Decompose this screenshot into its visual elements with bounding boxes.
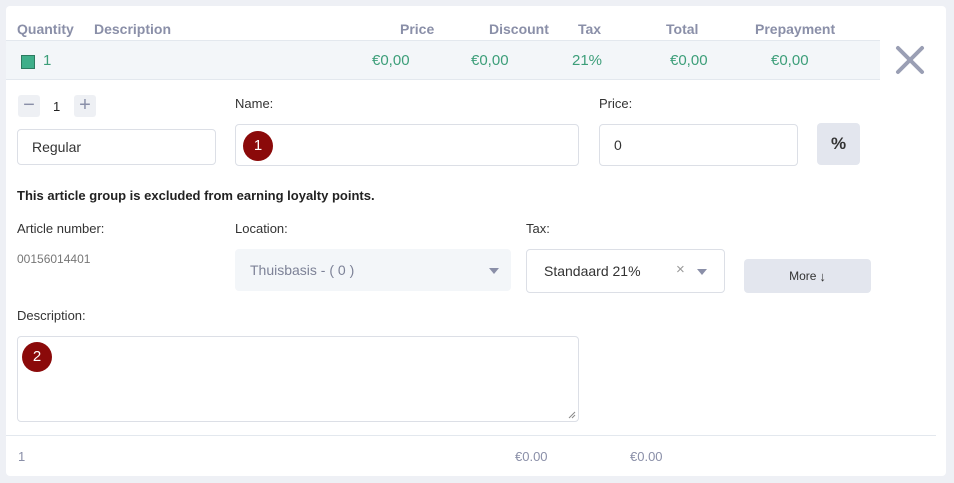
price-type-value: Regular [32, 139, 82, 155]
increase-quantity-button[interactable]: + [74, 95, 96, 117]
quantity-value[interactable]: 1 [53, 99, 60, 114]
footer-divider [6, 435, 936, 436]
more-label: More [789, 269, 817, 283]
decrease-quantity-button[interactable]: − [18, 95, 40, 117]
header-description: Description [94, 21, 172, 37]
header-discount: Discount [489, 21, 549, 37]
order-line-summary-row[interactable]: 1 €0,00 €0,00 21% €0,00 €0,00 [6, 40, 880, 80]
location-select[interactable]: Thuisbasis - ( 0 ) [235, 249, 511, 291]
price-input[interactable]: 0 [599, 124, 798, 166]
price-type-field[interactable]: Regular [17, 129, 216, 165]
location-label: Location: [235, 221, 288, 236]
description-textarea[interactable] [17, 336, 579, 422]
tax-select[interactable]: Standaard 21% × [526, 249, 725, 293]
name-input[interactable] [235, 124, 579, 166]
summary-price: €0,00 [372, 52, 410, 69]
article-number-label: Article number: [17, 221, 105, 236]
more-button[interactable]: More ↓ [744, 259, 871, 293]
summary-discount: €0,00 [471, 52, 509, 69]
article-number-value: 00156014401 [17, 252, 91, 266]
clear-icon[interactable]: × [676, 261, 685, 278]
percent-discount-button[interactable]: % [817, 123, 860, 165]
arrow-down-icon: ↓ [819, 268, 826, 284]
footer-quantity: 1 [18, 449, 26, 464]
name-label: Name: [235, 96, 274, 111]
location-value: Thuisbasis - ( 0 ) [250, 262, 355, 278]
close-icon[interactable] [894, 44, 926, 76]
chevron-down-icon [489, 268, 499, 274]
price-label: Price: [599, 96, 633, 111]
footer-total-a: €0.00 [515, 449, 548, 464]
header-prepayment: Prepayment [755, 21, 836, 37]
footer-total-b: €0.00 [630, 449, 663, 464]
resize-handle-icon[interactable] [568, 411, 576, 419]
order-line-card: Quantity Description Price Discount Tax … [6, 6, 946, 476]
description-label: Description: [17, 308, 86, 323]
header-total: Total [666, 21, 699, 37]
summary-quantity: 1 [43, 52, 52, 69]
summary-prepayment: €0,00 [771, 52, 809, 69]
summary-total: €0,00 [670, 52, 708, 69]
summary-tax: 21% [572, 52, 603, 69]
tax-value: Standaard 21% [544, 263, 641, 279]
header-quantity: Quantity [17, 21, 74, 37]
tax-label: Tax: [526, 221, 550, 236]
article-color-swatch [21, 55, 35, 69]
price-value: 0 [614, 137, 622, 153]
header-price: Price [400, 21, 435, 37]
chevron-down-icon [697, 269, 707, 275]
header-tax: Tax [578, 21, 602, 37]
annotation-badge-1: 1 [243, 131, 273, 161]
annotation-badge-2: 2 [22, 342, 52, 372]
loyalty-exclusion-note: This article group is excluded from earn… [17, 188, 375, 203]
